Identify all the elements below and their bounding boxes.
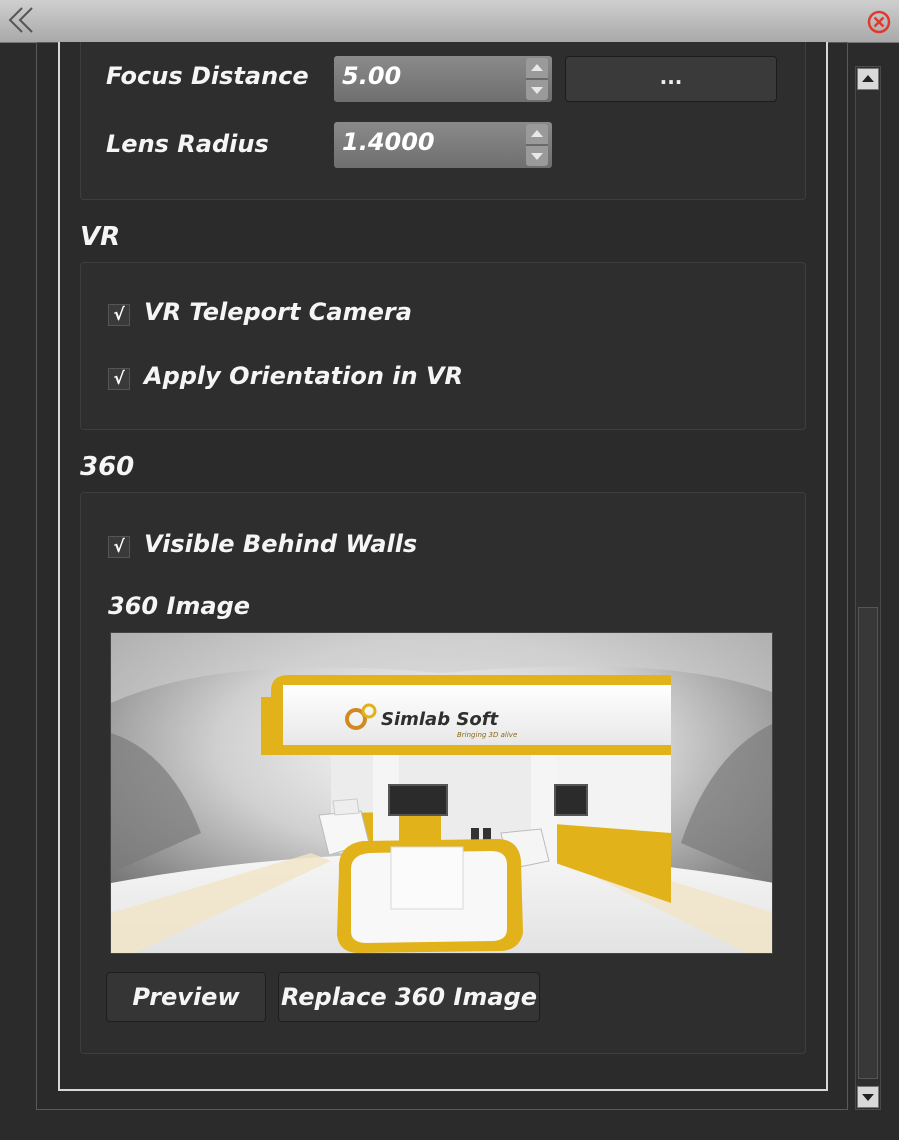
vr-teleport-checkbox[interactable]: √ [108, 304, 130, 326]
lens-radius-label: Lens Radius [106, 130, 269, 158]
sign-tagline-text: Bringing 3D alive [457, 731, 517, 739]
focus-distance-label: Focus Distance [106, 62, 309, 90]
apply-orientation-checkbox[interactable]: √ [108, 368, 130, 390]
spin-arrows-icon[interactable] [526, 124, 548, 166]
vertical-scrollbar[interactable] [855, 66, 881, 1110]
visible-behind-walls-checkbox[interactable]: √ [108, 536, 130, 558]
vr-group [80, 262, 806, 430]
panel-titlebar [0, 0, 899, 43]
vr-section-title: VR [80, 222, 121, 252]
lens-radius-value[interactable]: 1.4000 [342, 128, 435, 156]
double-chevron-left-icon[interactable] [4, 4, 38, 38]
vr-teleport-label[interactable]: VR Teleport Camera [144, 298, 412, 326]
spin-arrows-icon[interactable] [526, 58, 548, 100]
pano-image-thumbnail[interactable]: Simlab Soft Bringing 3D alive [110, 632, 773, 954]
triangle-up-icon[interactable] [857, 68, 879, 90]
focus-distance-spinbox[interactable]: 5.00 [334, 56, 552, 102]
sign-logo-text: Simlab Soft [381, 709, 500, 730]
close-circle-icon[interactable] [867, 10, 891, 34]
scrollbar-thumb[interactable] [858, 607, 878, 1079]
triangle-down-icon[interactable] [857, 1086, 879, 1108]
pano-image-label: 360 Image [108, 592, 251, 620]
apply-orientation-label[interactable]: Apply Orientation in VR [144, 362, 463, 390]
preview-button[interactable]: Preview [106, 972, 266, 1022]
visible-behind-walls-label[interactable]: Visible Behind Walls [144, 530, 417, 558]
browse-button[interactable]: ... [565, 56, 777, 102]
focus-distance-value[interactable]: 5.00 [342, 62, 401, 90]
lens-radius-spinbox[interactable]: 1.4000 [334, 122, 552, 168]
replace-360-image-button[interactable]: Replace 360 Image [278, 972, 540, 1022]
pano-section-title: 360 [80, 452, 135, 482]
